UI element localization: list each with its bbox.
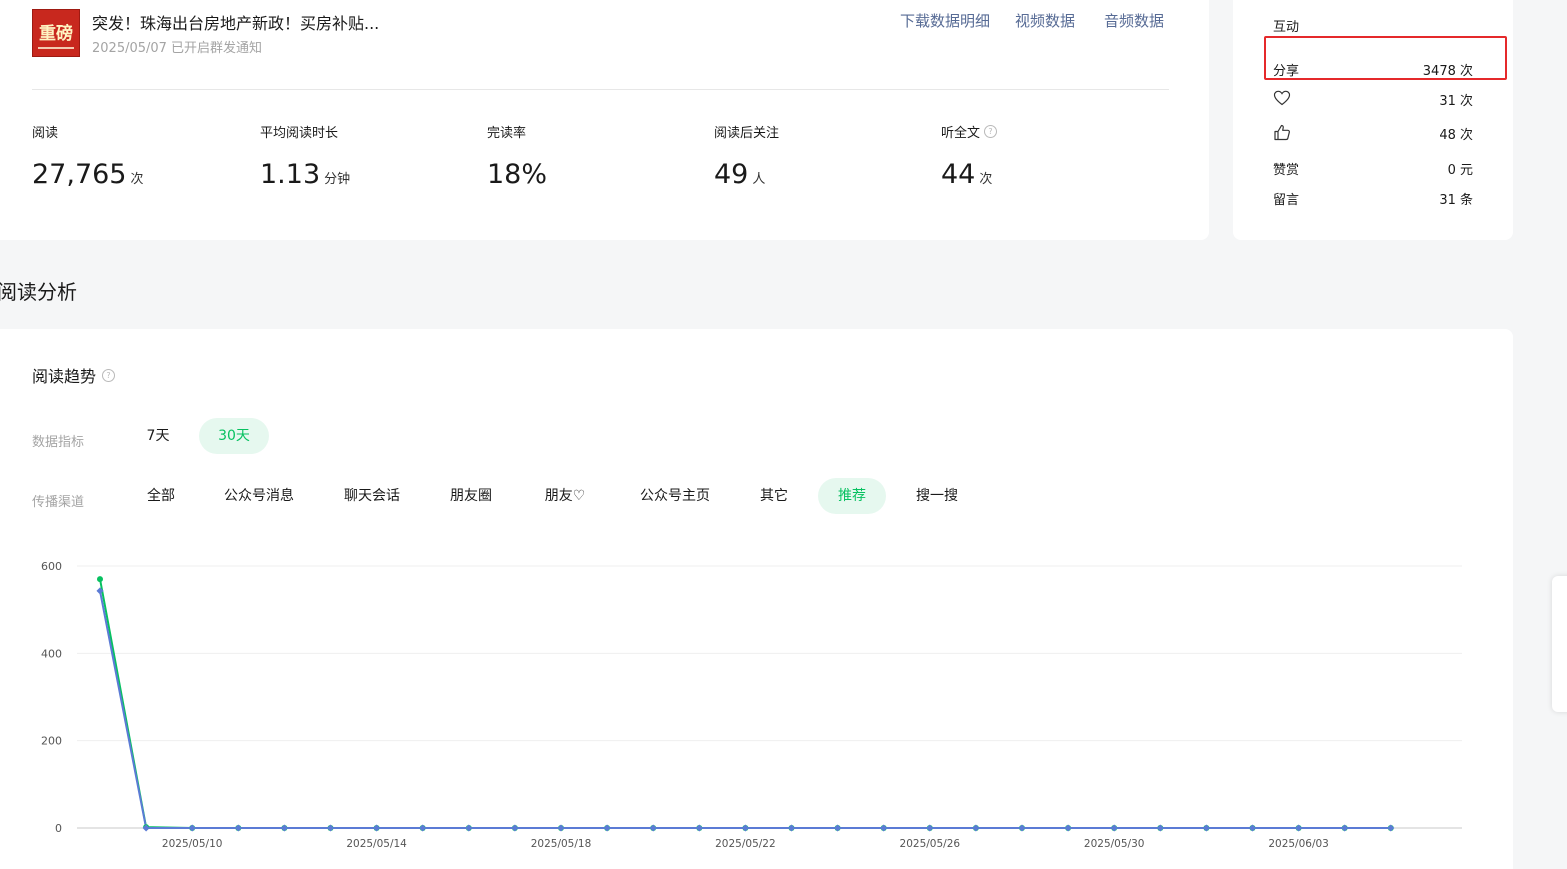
metric-full-listen: 听全文? 44 次 [941, 122, 998, 190]
y-tick-label: 0 [55, 822, 62, 835]
data-point [880, 824, 888, 832]
metric-label: 平均阅读时长 [260, 126, 339, 141]
article-overview-card: 重磅 突发！珠海出台房地产新政！买房补贴... 2025/05/07 已开启群发… [0, 0, 1209, 240]
data-point [926, 824, 934, 832]
data-point [834, 824, 842, 832]
share-highlight-box [1264, 36, 1507, 80]
thumbnail-text: 重磅 [39, 24, 73, 44]
data-point [234, 824, 242, 832]
like-value: 48 次 [1439, 128, 1473, 143]
data-point [787, 824, 796, 832]
y-tick-label: 400 [41, 647, 62, 660]
audio-data-link[interactable]: 音频数据 [1104, 10, 1164, 31]
data-point [326, 824, 335, 832]
data-point [465, 824, 473, 832]
metric-completion-rate: 完读率 18% [487, 122, 551, 190]
metric-avg-read-time: 平均阅读时长 1.13 分钟 [260, 122, 350, 190]
help-icon[interactable]: ? [984, 125, 998, 138]
x-tick-label: 2025/05/22 [715, 838, 776, 850]
data-point [188, 824, 196, 832]
data-point [557, 824, 565, 832]
favorite-value: 31 次 [1439, 94, 1473, 109]
comment-row: 留言 31 条 [1273, 189, 1473, 208]
metric-unit: 人 [752, 172, 766, 187]
data-point [649, 824, 657, 832]
metric-label: 完读率 [487, 126, 527, 141]
data-point [1064, 824, 1072, 832]
metric-value: 49 [714, 159, 749, 190]
metric-label: 阅读 [32, 126, 59, 141]
data-point [373, 824, 381, 832]
data-point [972, 824, 980, 832]
data-point [1018, 824, 1026, 832]
data-point [603, 824, 611, 832]
x-tick-label: 2025/05/30 [1084, 838, 1145, 850]
x-tick-label: 2025/05/10 [162, 838, 223, 850]
y-tick-label: 600 [41, 560, 62, 573]
interaction-title: 互动 [1273, 20, 1300, 35]
metric-label: 听全文 [941, 126, 981, 141]
metric-value: 18% [487, 159, 548, 190]
data-point [97, 576, 103, 583]
data-point [419, 824, 427, 832]
metric-label: 阅读后关注 [714, 126, 780, 141]
data-point [695, 824, 703, 832]
like-row: 48 次 [1273, 124, 1473, 145]
metric-follows-after-read: 阅读后关注 49 人 [714, 122, 779, 190]
data-point [280, 824, 288, 832]
x-tick-label: 2025/05/26 [900, 838, 961, 850]
x-tick-label: 2025/05/18 [531, 838, 592, 850]
thumbs-up-icon [1273, 124, 1291, 145]
data-point [1387, 824, 1395, 832]
data-point [1248, 824, 1257, 832]
metric-reads: 阅读 27,765 次 [32, 122, 144, 190]
article-title[interactable]: 突发！珠海出台房地产新政！买房补贴... [92, 10, 379, 34]
metric-unit: 次 [979, 172, 993, 187]
metric-unit: 分钟 [324, 172, 351, 187]
y-tick-label: 200 [41, 735, 62, 748]
data-point [511, 824, 519, 832]
reward-value: 0 元 [1447, 163, 1473, 178]
x-tick-label: 2025/05/14 [346, 838, 407, 850]
video-data-link[interactable]: 视频数据 [1015, 10, 1075, 31]
section-title: 阅读分析 [0, 280, 77, 304]
series-line [99, 578, 1391, 829]
heart-icon [1273, 90, 1291, 110]
data-point [1295, 824, 1303, 832]
data-point [1110, 824, 1118, 832]
data-point [1156, 824, 1164, 832]
metric-value: 44 [941, 159, 976, 190]
comment-value: 31 条 [1439, 193, 1473, 208]
data-point [1202, 824, 1210, 832]
divider [32, 89, 1169, 90]
metric-value: 1.13 [260, 159, 321, 190]
article-meta: 2025/05/07 已开启群发通知 [92, 41, 263, 56]
data-point [1341, 824, 1349, 832]
floating-side-widget[interactable] [1552, 576, 1567, 712]
download-data-link[interactable]: 下载数据明细 [900, 10, 990, 31]
x-tick-label: 2025/06/03 [1268, 838, 1329, 850]
article-thumbnail[interactable]: 重磅 [32, 9, 80, 57]
data-point [741, 824, 749, 832]
series-line [99, 590, 1391, 829]
reading-trend-card: 阅读趋势 ? 数据指标 7天 30天 传播渠道 全部 公众号消息 聊天会话 朋友… [0, 329, 1513, 869]
metric-value: 27,765 [32, 159, 127, 190]
reward-row: 赞赏 0 元 [1273, 159, 1473, 178]
metric-unit: 次 [130, 172, 144, 187]
reading-trend-chart: 0 200 400 600 2025/05/10 2025/05/14 2025/05/18… [41, 560, 1462, 850]
thumbnail-strip [38, 47, 74, 49]
reward-label: 赞赏 [1273, 163, 1300, 178]
favorite-row: 31 次 [1273, 90, 1473, 110]
comment-label: 留言 [1273, 193, 1300, 208]
